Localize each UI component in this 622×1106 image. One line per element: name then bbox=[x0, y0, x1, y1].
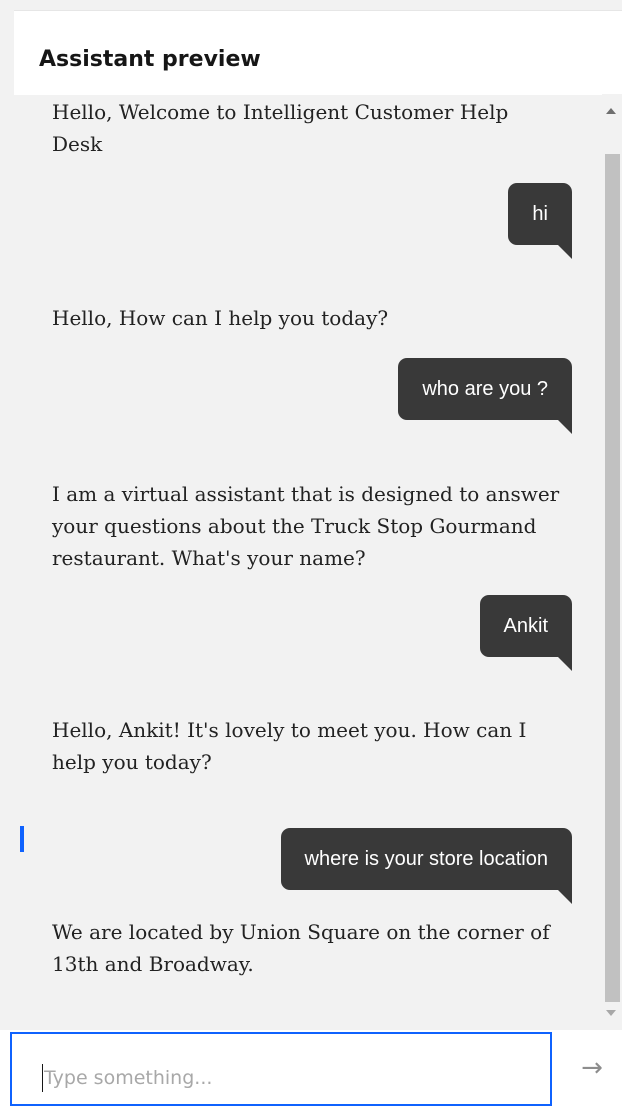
bot-message: We are located by Union Square on the co… bbox=[52, 920, 550, 976]
bot-message: I am a virtual assistant that is designe… bbox=[52, 482, 560, 570]
assistant-preview-panel: Assistant preview Hello, Welcome to Inte… bbox=[0, 0, 622, 1106]
user-message: Ankit bbox=[479, 595, 573, 671]
chat-log[interactable]: Hello, Welcome to Intelligent Customer H… bbox=[14, 94, 602, 1030]
bot-message: Hello, Welcome to Intelligent Customer H… bbox=[52, 100, 509, 156]
bot-message: Hello, Ankit! It's lovely to meet you. H… bbox=[52, 718, 527, 774]
text-caret bbox=[42, 1064, 43, 1092]
input-row bbox=[0, 1030, 622, 1106]
scroll-up-arrow-icon[interactable] bbox=[606, 108, 616, 114]
scroll-down-arrow-icon[interactable] bbox=[606, 1010, 616, 1016]
user-message: where is your store location bbox=[280, 828, 573, 904]
send-button[interactable]: → bbox=[566, 1030, 618, 1106]
arrow-right-icon: → bbox=[581, 1053, 603, 1083]
user-message: who are you ? bbox=[398, 358, 572, 434]
message-input[interactable] bbox=[10, 1032, 552, 1106]
scrollbar-thumb[interactable] bbox=[605, 154, 620, 1002]
page-title: Assistant preview bbox=[39, 47, 261, 72]
user-message: hi bbox=[508, 183, 572, 259]
message-focus-indicator bbox=[20, 826, 24, 852]
bot-message: Hello, How can I help you today? bbox=[52, 306, 389, 330]
chat-scrollbar[interactable] bbox=[602, 94, 622, 1030]
header: Assistant preview bbox=[14, 10, 622, 95]
